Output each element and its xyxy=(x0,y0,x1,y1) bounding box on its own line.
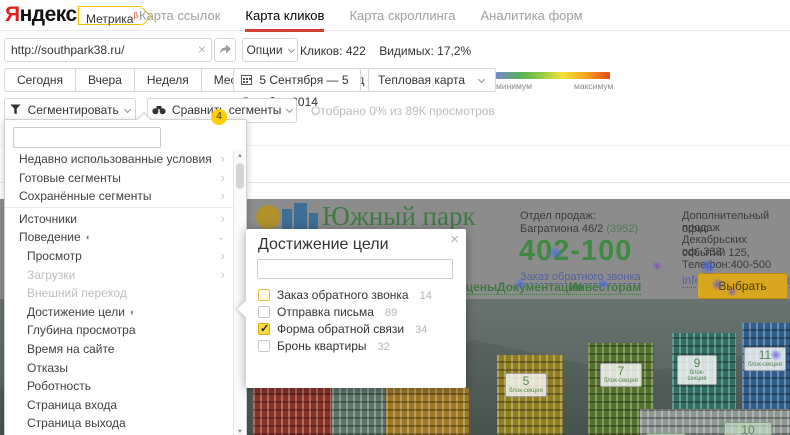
checkbox-unchecked[interactable] xyxy=(258,306,270,318)
area-code: (3952) xyxy=(606,223,638,235)
building-orange xyxy=(386,388,469,435)
menu-divider xyxy=(5,207,234,208)
goal-count: 14 xyxy=(420,290,432,302)
goal-count: 32 xyxy=(378,341,390,353)
tab-form-analytics[interactable]: Аналитика форм xyxy=(481,0,583,31)
dropdown-scrollbar[interactable]: ▲ ▼ xyxy=(233,150,246,435)
tab-link-map[interactable]: Карта ссылок xyxy=(139,0,220,31)
menu-item-robots[interactable]: Роботность xyxy=(5,377,234,396)
chevron-right-icon: › xyxy=(221,210,225,229)
building-label-7: 7блок-секция xyxy=(600,363,642,387)
half-circle-icon: ◐ xyxy=(130,307,135,317)
heatmap-blob xyxy=(711,278,724,291)
menu-item-exit-page[interactable]: Страница выхода xyxy=(5,414,234,433)
office2-address: оф. 333 xyxy=(682,246,722,259)
scroll-thumb[interactable] xyxy=(236,163,244,189)
half-circle-icon: ◐ xyxy=(86,232,91,242)
office2-line: продаж xyxy=(682,222,720,235)
heatmap-blob xyxy=(727,287,737,297)
goal-option-callback[interactable]: Заказ обратного звонка14 xyxy=(258,288,432,302)
menu-item-entry-page[interactable]: Страница входа xyxy=(5,396,234,415)
tab-click-map[interactable]: Карта кликов xyxy=(245,0,324,31)
sales-dept-label: Отдел продаж: xyxy=(520,210,596,223)
heatmap-blob xyxy=(652,261,662,271)
tab-scroll-map[interactable]: Карта скроллинга xyxy=(349,0,455,31)
beta-label: β xyxy=(133,11,138,20)
building-label-10: 10подземная автостоянка xyxy=(724,422,772,435)
menu-item-sources[interactable]: Источники› xyxy=(5,210,234,229)
yandex-logo: Яндекс xyxy=(5,3,77,27)
sales-phone: 402-100 xyxy=(519,235,632,268)
menu-item-external-link[interactable]: Внешний переход xyxy=(5,284,234,303)
checkbox-unchecked[interactable] xyxy=(258,289,270,301)
menu-item-recent-conditions[interactable]: Недавно использованные условия› xyxy=(5,150,234,169)
checkbox-unchecked[interactable] xyxy=(258,340,270,352)
heatmap-blob xyxy=(514,278,526,290)
building-red xyxy=(253,388,331,435)
goal-count: 34 xyxy=(415,324,427,336)
menu-item-downloads[interactable]: Загрузки› xyxy=(5,266,234,285)
site-logo-building xyxy=(294,203,307,231)
heatmap-blob xyxy=(597,278,609,290)
goal-option-send-letter[interactable]: Отправка письма89 xyxy=(258,305,397,319)
goal-option-book-apartment[interactable]: Бронь квартиры32 xyxy=(258,339,390,353)
menu-item-goal-reached[interactable]: Достижение цели◐ xyxy=(5,303,234,322)
segment-menu-list: Недавно использованные условия› Готовые … xyxy=(5,150,234,433)
chevron-right-icon: › xyxy=(221,187,225,206)
chevron-right-icon: › xyxy=(221,150,225,169)
menu-item-behavior[interactable]: Поведение◐⌄ xyxy=(5,228,234,247)
menu-item-view-depth[interactable]: Глубина просмотра xyxy=(5,321,234,340)
scroll-up-icon[interactable]: ▲ xyxy=(234,153,246,159)
app-header: Яндекс Метрикаβ Карта ссылок Карта клико… xyxy=(0,0,790,31)
chevron-down-icon: ⌄ xyxy=(217,229,225,248)
close-icon[interactable]: × xyxy=(450,231,459,248)
heatmap-blob xyxy=(700,259,716,275)
heatmap-blob xyxy=(548,246,562,260)
menu-item-saved-segments[interactable]: Сохранённые сегменты› xyxy=(5,187,234,206)
site-title: Южный парк xyxy=(322,201,476,232)
menu-item-view[interactable]: Просмотр› xyxy=(5,247,234,266)
building-label-5: 5блок-секция xyxy=(505,373,547,397)
goal-search-input[interactable] xyxy=(257,259,453,279)
scroll-down-icon[interactable]: ▼ xyxy=(234,429,246,435)
goal-option-feedback-form[interactable]: Форма обратной связи34 xyxy=(258,322,427,336)
menu-item-bounces[interactable]: Отказы xyxy=(5,359,234,378)
compare-count-badge: 4 xyxy=(211,109,227,125)
goal-popup-title: Достижение цели xyxy=(258,236,389,254)
segment-search-input[interactable] xyxy=(13,127,161,148)
goal-count: 89 xyxy=(385,307,397,319)
metrica-badge[interactable]: Метрикаβ xyxy=(78,6,142,25)
goal-popup: Достижение цели × Заказ обратного звонка… xyxy=(246,229,466,388)
chevron-right-icon: › xyxy=(221,247,225,266)
sales-address: Багратиона 46/2 (3952) xyxy=(520,223,638,236)
map-tabs: Карта ссылок Карта кликов Карта скроллин… xyxy=(139,0,583,31)
building-label-9: 9блок-секция xyxy=(677,355,717,385)
chevron-right-icon: › xyxy=(221,266,225,285)
heatmap-blob xyxy=(770,349,782,361)
yandex-metrica-click-map-screen: Южный парк Отдел продаж: Багратиона 46/2… xyxy=(0,0,790,435)
site-logo-sun xyxy=(256,205,280,229)
menu-item-time-on-site[interactable]: Время на сайте xyxy=(5,340,234,359)
office2-phone: Телефон:400-500 xyxy=(682,259,771,272)
checkbox-checked[interactable] xyxy=(258,323,270,335)
segment-dropdown: Недавно использованные условия› Готовые … xyxy=(4,119,247,435)
building-glass xyxy=(332,388,385,435)
site-logo-building xyxy=(282,209,292,231)
chevron-right-icon: › xyxy=(221,169,225,188)
menu-item-ready-segments[interactable]: Готовые сегменты› xyxy=(5,169,234,188)
